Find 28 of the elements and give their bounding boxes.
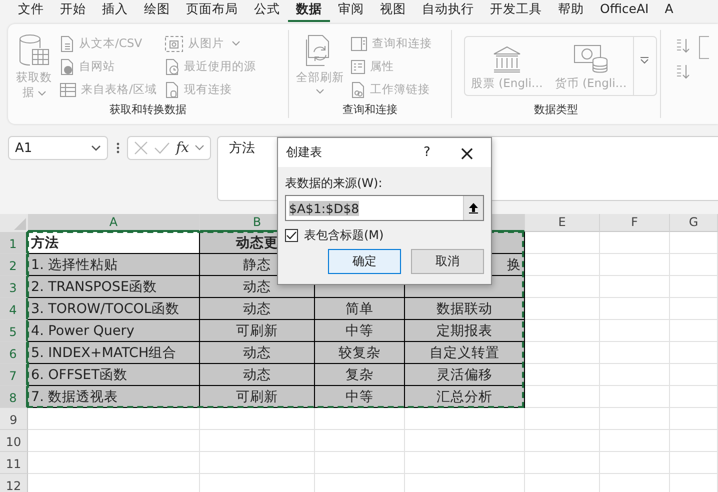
- table-cell: 可刷新: [200, 320, 315, 342]
- group-label: 数据类型: [533, 102, 579, 118]
- table-cell: 动态: [200, 298, 315, 320]
- table-cell: 动态: [200, 364, 315, 386]
- table-cell: 复杂: [315, 364, 405, 386]
- table-cell: 中等: [315, 320, 405, 342]
- table-cell: 汇总分析: [405, 386, 525, 408]
- table-cell: 灵活偏移: [405, 364, 525, 386]
- table-cell: 较复杂: [315, 342, 405, 364]
- table-cell: 5. INDEX+MATCH组合: [28, 342, 200, 364]
- table-cell: 4. Power Query: [28, 320, 200, 342]
- table-cell: 动态: [200, 342, 315, 364]
- table-cell: 可刷新: [200, 386, 315, 408]
- table-cell: 简单: [315, 298, 405, 320]
- table-cell: 7. 数据透视表: [28, 386, 200, 408]
- field-label: 表数据的来源(W):: [285, 175, 384, 191]
- table-cell: 1. 选择性粘贴: [28, 254, 200, 276]
- group-label: 获取和转换数据: [108, 102, 188, 118]
- table-cell: 2. TRANSPOSE函数: [28, 276, 200, 298]
- table-cell: 中等: [315, 386, 405, 408]
- dialog-title: 创建表: [286, 144, 323, 161]
- table-cell: 3. TOROW/TOCOL函数: [28, 298, 200, 320]
- table-cell: 自定义转置: [405, 342, 525, 364]
- table-cell: 定期报表: [405, 320, 525, 342]
- table-cell: 方法: [28, 232, 200, 254]
- table-cell: 6. OFFSET函数: [28, 364, 200, 386]
- table-cell: 数据联动: [405, 298, 525, 320]
- group-label: 查询和连接: [342, 102, 398, 118]
